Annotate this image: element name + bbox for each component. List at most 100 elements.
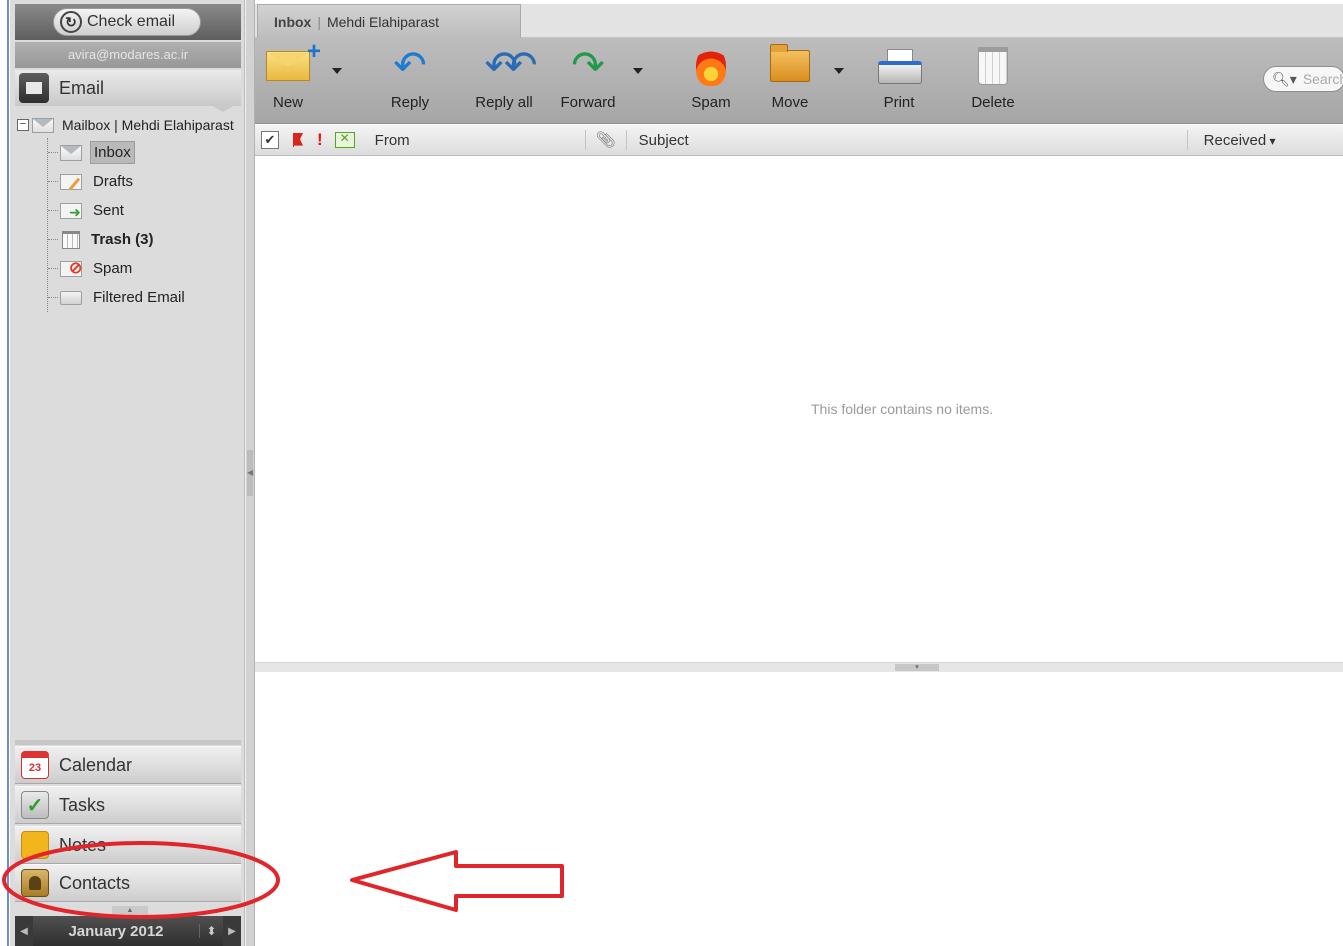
flag-icon[interactable] [293,133,303,147]
flame-icon [696,44,726,88]
delete-label: Delete [971,94,1015,111]
main-panel: Inbox | Mehdi Elahiparast New ↶ Reply ↶↶… [255,0,1343,946]
contacts-icon [21,869,49,897]
module-notes-button[interactable]: Notes [15,826,241,864]
read-status-icon[interactable] [334,131,355,148]
prev-month-icon[interactable]: ◀ [15,916,33,946]
refresh-icon: ↻ [60,11,82,33]
mini-calendar-bar: ◀ January 2012 ⬍ ▶ [15,916,241,946]
column-subject[interactable]: Subject [639,132,1187,149]
reply-label: Reply [390,94,430,111]
folder-inbox[interactable]: Inbox [48,138,241,167]
sidebar: ↻ Check email avira@modares.ac.ir Email … [10,0,245,946]
preview-pane [255,672,1343,946]
folder-trash[interactable]: Trash (3) [48,225,241,254]
forward-icon: ↷ [571,44,605,88]
next-month-icon[interactable]: ▶ [223,916,241,946]
email-module-icon [19,73,49,103]
trash-can-icon [978,44,1008,88]
spam-label: Spam [691,94,731,111]
check-email-button[interactable]: ↻ Check email [53,8,201,36]
search-input[interactable]: 🔍︎▾ Search [1263,66,1343,92]
sidebar-splitter[interactable]: ◀ [245,0,255,946]
email-module-header[interactable]: Email [15,70,241,112]
splitter-handle-icon[interactable]: ◀ [247,450,253,496]
attachment-icon[interactable]: 📎︎ [586,130,626,150]
module-label: Contacts [59,872,131,893]
calendar-month: January 2012 [68,922,164,940]
window-edge [0,0,10,946]
month-spinner-icon[interactable]: ⬍ [199,924,223,938]
reply-all-button[interactable]: ↶↶ Reply all [471,44,537,120]
delete-button[interactable]: Delete [967,44,1019,120]
column-from[interactable]: From [375,132,585,149]
tab-folder-name: Inbox [274,13,312,30]
folder-list: Inbox Drafts Sent Trash (3) Spam [47,138,241,312]
new-label: New [272,94,303,111]
folder-filtered-email[interactable]: Filtered Email [48,283,241,312]
preview-splitter-handle-icon[interactable]: ▾ [895,664,939,671]
search-placeholder: Search [1302,71,1343,87]
folder-drafts[interactable]: Drafts [48,167,241,196]
folder-move-icon [770,44,810,88]
mail-app: ↻ Check email avira@modares.ac.ir Email … [0,0,1343,946]
forward-button[interactable]: ↷ Forward [555,44,621,120]
forward-dropdown-icon[interactable] [633,68,643,74]
new-button[interactable]: New [265,38,321,120]
module-label: Calendar [59,754,133,775]
module-label: Tasks [59,794,106,815]
mailbox-root[interactable]: − Mailbox | Mehdi Elahiparast [15,112,241,138]
empty-folder-message: This folder contains no items. [811,401,994,417]
select-all-checkbox[interactable]: ✔ [261,131,279,149]
folder-sent[interactable]: Sent [48,196,241,225]
spam-button[interactable]: Spam [687,44,735,120]
message-list: This folder contains no items. [255,157,1343,662]
move-dropdown-icon[interactable] [834,68,844,74]
tab-separator: | [317,13,321,30]
module-calendar-button[interactable]: 23 Calendar [15,746,241,784]
move-button[interactable]: Move [767,44,813,120]
reply-all-icon: ↶↶ [484,44,537,88]
check-email-bar: ↻ Check email [15,4,241,40]
spam-icon [60,260,82,278]
message-list-header: ✔ ! From 📎︎ Subject Received [255,125,1343,156]
sent-icon [60,202,82,220]
collapse-icon[interactable]: − [17,119,29,131]
folder-label: Drafts [93,173,134,190]
envelope-icon [60,144,82,161]
search-icon: 🔍︎▾ [1272,70,1297,87]
module-tasks-button[interactable]: ✓ Tasks [15,786,241,824]
folder-label: Filtered Email [93,289,185,306]
column-separator [625,130,627,150]
printer-icon [878,44,922,88]
folder-spam[interactable]: Spam [48,254,241,283]
folder-label: Spam [93,260,133,277]
module-label: Notes [59,834,107,855]
trash-icon [62,230,80,249]
print-label: Print [883,94,915,111]
column-separator [1186,130,1188,150]
folder-label: Trash (3) [91,231,154,248]
module-contacts-button[interactable]: Contacts [15,864,241,902]
priority-icon[interactable]: ! [317,130,323,150]
mail-toolbar: New ↶ Reply ↶↶ Reply all ↷ Forward Spam [255,38,1343,124]
folder-icon [60,290,82,305]
tab-strip: Inbox | Mehdi Elahiparast [255,4,1343,38]
tab-inbox[interactable]: Inbox | Mehdi Elahiparast [257,4,521,38]
preview-splitter[interactable]: ▾ [255,662,1343,672]
tab-user-name: Mehdi Elahiparast [326,13,440,30]
email-module-label: Email [59,77,105,98]
collapse-modules-handle[interactable]: ▲ [112,906,148,916]
column-received[interactable]: Received [1204,132,1276,149]
new-mail-icon [266,38,321,88]
account-selector[interactable]: avira@modares.ac.ir [15,42,241,68]
folder-label: Sent [93,202,124,219]
folder-tree: − Mailbox | Mehdi Elahiparast Inbox Draf… [15,112,241,312]
move-label: Move [771,94,809,111]
new-dropdown-icon[interactable] [332,68,342,74]
print-button[interactable]: Print [877,44,922,120]
drafts-icon [60,173,82,190]
sidebar-divider [15,740,241,745]
reply-all-label: Reply all [475,94,533,111]
reply-button[interactable]: ↶ Reply [385,44,435,120]
